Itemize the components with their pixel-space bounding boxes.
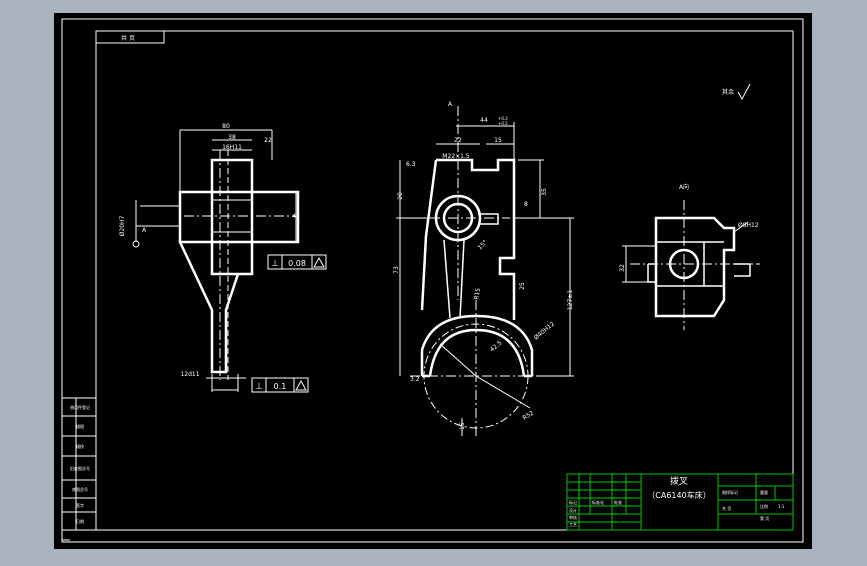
title-row-label: 标准化 (592, 499, 604, 505)
left-strip-cell: 借用件登记 (70, 404, 90, 410)
title-row-label: 审核 (569, 514, 577, 520)
svg-text:15: 15 (494, 137, 502, 144)
svg-text:0.1: 0.1 (274, 382, 287, 391)
svg-text:3.2: 3.2 (410, 376, 420, 383)
title-row-label: 标记 (569, 499, 577, 505)
svg-text:32: 32 (619, 264, 626, 272)
title-right-cell: 重量 (760, 489, 768, 495)
left-strip-cell: 旧底图总号 (70, 465, 90, 471)
title-row-label: 批准 (614, 499, 622, 505)
title-row-label: 工艺 (569, 522, 577, 527)
cad-viewport: 共 页 其余 80 38 22 16H11 42 12d11 Ø20H7 A ⊥… (0, 0, 867, 562)
svg-text:44: 44 (480, 117, 488, 124)
svg-text:0.08: 0.08 (288, 259, 306, 268)
title-right-cell: 图样标记 (722, 489, 738, 495)
svg-text:16H11: 16H11 (222, 144, 242, 151)
left-strip-cell: 描图 (76, 423, 84, 429)
svg-text:6.3: 6.3 (406, 161, 416, 168)
part-subtitle: （CA6140车床） (647, 490, 710, 500)
left-strip-cell: 描校 (76, 443, 84, 449)
svg-text:⊥: ⊥ (255, 382, 263, 392)
svg-text:⊥: ⊥ (271, 259, 279, 269)
title-right-cell: 第 页 (760, 515, 769, 521)
svg-text:35: 35 (541, 188, 548, 196)
svg-text:22: 22 (454, 137, 462, 144)
title-right-cell: 1:1 (778, 504, 785, 509)
left-strip-cell: 底图总号 (72, 486, 88, 492)
svg-text:A向: A向 (679, 183, 689, 191)
roughness-label: 其余 (722, 88, 734, 96)
svg-text:M22×1.5: M22×1.5 (442, 153, 470, 160)
svg-text:Ø20H7: Ø20H7 (119, 215, 126, 236)
svg-text:Ø8H12: Ø8H12 (738, 222, 759, 229)
title-right-cell: 比例 (760, 503, 768, 509)
svg-text:22: 22 (264, 137, 272, 144)
svg-text:80: 80 (222, 123, 230, 130)
svg-text:73: 73 (393, 266, 400, 274)
drawing-paper (54, 13, 812, 549)
corner-stamp-text: 共 页 (121, 34, 135, 42)
part-name: 拨叉 (670, 475, 688, 487)
svg-text:127±1: 127±1 (567, 290, 574, 310)
title-row-label: 设计 (569, 507, 577, 513)
svg-text:38: 38 (228, 134, 236, 141)
svg-text:25: 25 (519, 282, 526, 290)
title-right-cell: 共 页 (722, 505, 731, 511)
svg-text:+0.2: +0.2 (498, 121, 508, 126)
svg-text:42: 42 (292, 213, 300, 220)
svg-text:12d11: 12d11 (180, 371, 199, 378)
svg-text:15: 15 (459, 422, 466, 430)
drawing-canvas: 共 页 其余 80 38 22 16H11 42 12d11 Ø20H7 A ⊥… (54, 13, 812, 549)
left-strip-cell: 签字 (76, 502, 84, 508)
svg-text:20: 20 (397, 192, 404, 200)
svg-text:8: 8 (524, 201, 528, 208)
left-strip-cell: 日期 (76, 518, 84, 524)
